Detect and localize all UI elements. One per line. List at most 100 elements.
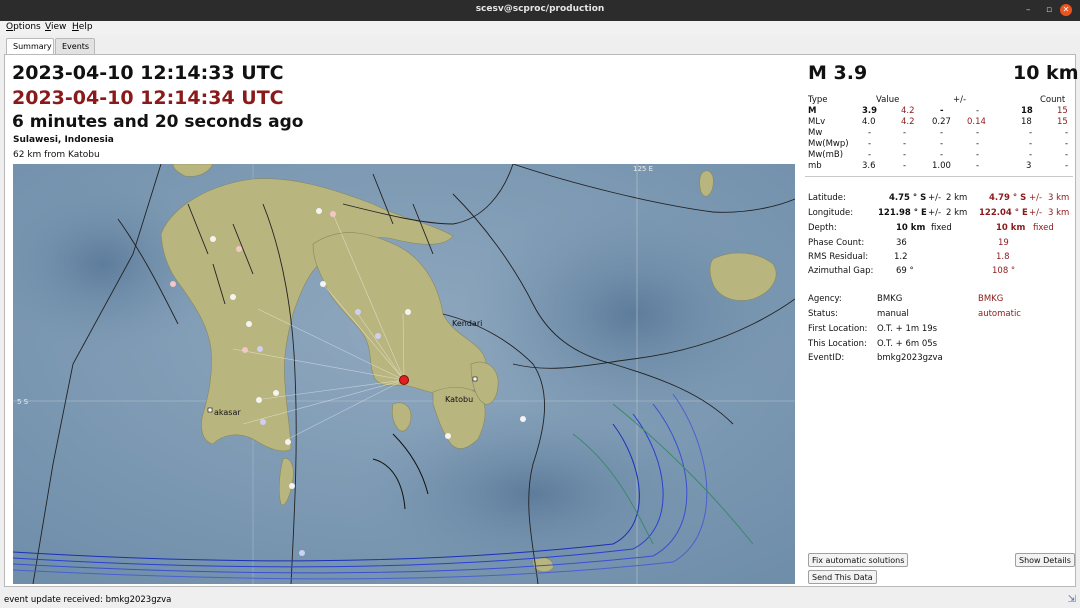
minimize-icon[interactable]: –	[1026, 5, 1031, 16]
mag-error: -	[940, 150, 944, 160]
map-label-katobu: Katobu	[445, 395, 473, 404]
event-id-label: EventID:	[808, 353, 845, 363]
agency-value-auto: BMKG	[978, 294, 1004, 304]
maximize-icon[interactable]: ▫	[1046, 5, 1052, 16]
station-marker[interactable]	[242, 347, 248, 353]
latitude-error-auto: 3 km	[1048, 193, 1070, 203]
statusbar: event update received: bmkg2023gzva ⇲	[0, 592, 1080, 608]
event-map[interactable]: 5 S 125 E Kendari Katobu akasar	[13, 164, 795, 584]
mag-value: -	[868, 128, 872, 138]
depth-fixed-auto: fixed	[1033, 223, 1054, 233]
sea-basin	[463, 194, 795, 434]
mag-value-auto: -	[903, 161, 907, 171]
longitude-pm: +/-	[928, 208, 942, 218]
station-marker[interactable]	[236, 246, 242, 252]
magnitude-header: M 3.9	[808, 62, 868, 84]
window-titlebar: scesv@scproc/production – ▫ ✕	[0, 0, 1080, 21]
status-message: event update received: bmkg2023gzva	[4, 595, 172, 605]
mag-type: Mw(mB)	[808, 150, 844, 160]
station-marker[interactable]	[316, 208, 322, 214]
mag-count: -	[1029, 128, 1033, 138]
station-marker[interactable]	[210, 236, 216, 242]
mag-table-header-value: Value	[876, 95, 900, 105]
mag-error-auto: -	[976, 161, 980, 171]
mag-error: 1.00	[932, 161, 951, 171]
mag-error: -	[940, 139, 944, 149]
region-name: Sulawesi, Indonesia	[13, 135, 114, 145]
station-marker[interactable]	[170, 281, 176, 287]
mag-value: -	[868, 150, 872, 160]
phase-count-value-auto: 19	[998, 238, 1009, 248]
mag-error-auto: -	[976, 150, 980, 160]
mag-count-auto: -	[1065, 139, 1069, 149]
station-marker[interactable]	[289, 483, 295, 489]
mag-value: 3.6	[862, 161, 876, 171]
station-marker[interactable]	[257, 346, 263, 352]
depth-fixed: fixed	[931, 223, 952, 233]
station-marker[interactable]	[230, 294, 236, 300]
station-marker[interactable]	[320, 281, 326, 287]
mag-error: -	[940, 128, 944, 138]
latitude-value-auto: 4.79 ° S	[989, 193, 1027, 203]
mag-value-auto: -	[903, 139, 907, 149]
first-location-value: O.T. + 1m 19s	[877, 324, 938, 334]
city-marker-kendari	[472, 376, 478, 382]
send-this-data-button[interactable]: Send This Data	[808, 570, 877, 584]
mag-type: Mw(Mwp)	[808, 139, 849, 149]
this-location-label: This Location:	[808, 339, 867, 349]
origin-time: 2023-04-10 12:14:33 UTC	[12, 62, 284, 84]
status-value-auto: automatic	[978, 309, 1021, 319]
mag-error-auto: 0.14	[967, 117, 986, 127]
station-marker[interactable]	[260, 419, 266, 425]
map-label-lat: 5 S	[17, 398, 29, 406]
sea-trench	[353, 404, 713, 584]
station-marker[interactable]	[246, 321, 252, 327]
time-ago: 6 minutes and 20 seconds ago	[12, 112, 304, 132]
mag-error: -	[940, 106, 944, 116]
depth-value: 10 km	[896, 223, 926, 233]
mag-count-auto: -	[1065, 128, 1069, 138]
mag-error: 0.27	[932, 117, 951, 127]
mag-type: Mw	[808, 128, 823, 138]
menu-options[interactable]: Options	[6, 22, 41, 32]
resize-grip-icon[interactable]: ⇲	[1068, 594, 1076, 605]
azimuthal-gap-value: 69 °	[896, 266, 914, 276]
mag-count: 18	[1021, 106, 1033, 116]
station-marker[interactable]	[375, 333, 381, 339]
latitude-pm-auto: +/-	[1029, 193, 1043, 203]
close-icon[interactable]: ✕	[1060, 4, 1072, 16]
fix-automatic-solutions-button[interactable]: Fix automatic solutions	[808, 553, 909, 567]
longitude-error: 2 km	[946, 208, 968, 218]
station-marker[interactable]	[256, 397, 262, 403]
station-marker[interactable]	[520, 416, 526, 422]
menu-view[interactable]: View	[45, 22, 66, 32]
latitude-error: 2 km	[946, 193, 968, 203]
map-label-lon: 125 E	[633, 165, 653, 173]
station-marker[interactable]	[285, 439, 291, 445]
station-marker[interactable]	[405, 309, 411, 315]
menu-help[interactable]: Help	[72, 22, 93, 32]
automatic-time: 2023-04-10 12:14:34 UTC	[12, 87, 284, 109]
longitude-value-auto: 122.04 ° E	[979, 208, 1028, 218]
mag-error-auto: -	[976, 106, 980, 116]
status-value: manual	[877, 309, 909, 319]
latitude-value: 4.75 ° S	[889, 193, 927, 203]
epicenter-marker[interactable]	[399, 375, 409, 385]
mag-value-auto: 4.2	[901, 106, 915, 116]
longitude-value: 121.98 ° E	[878, 208, 927, 218]
show-details-button[interactable]: Show Details	[1015, 553, 1075, 567]
station-marker[interactable]	[299, 550, 305, 556]
map-canvas[interactable]: 5 S 125 E Kendari Katobu akasar	[13, 164, 795, 584]
map-label-makassar: akasar	[214, 408, 241, 417]
rms-residual-label: RMS Residual:	[808, 252, 869, 262]
station-marker[interactable]	[355, 309, 361, 315]
station-marker[interactable]	[330, 211, 336, 217]
station-marker[interactable]	[445, 433, 451, 439]
mag-value: 4.0	[862, 117, 876, 127]
rms-residual-value: 1.2	[894, 252, 908, 262]
mag-table-header-count: Count	[1040, 95, 1066, 105]
mag-table-header-type: Type	[808, 95, 828, 105]
longitude-pm-auto: +/-	[1029, 208, 1043, 218]
station-marker[interactable]	[273, 390, 279, 396]
tab-events[interactable]: Events	[55, 38, 95, 55]
